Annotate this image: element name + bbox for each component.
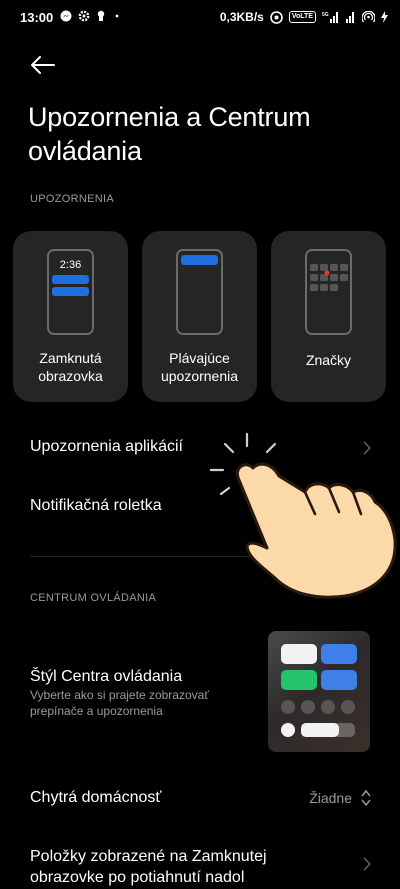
status-left-icons [60, 10, 122, 22]
preview-dot-white [281, 723, 295, 737]
back-arrow-icon[interactable] [28, 52, 58, 78]
row-control-center-style[interactable]: Štýl Centra ovládania [30, 668, 182, 686]
section-label-notifications: UPOZORNENIA [30, 193, 114, 205]
card-label-floating: Plávajúce upozornenia [160, 350, 239, 384]
charging-bolt-icon [381, 11, 388, 23]
network-speed: 0,3KB/s [219, 10, 264, 24]
notification-style-cards: 2:36 Zamknutá obrazovka Plávajúce upozor… [13, 231, 387, 402]
notif-bar-1 [52, 275, 89, 284]
row-app-notifications[interactable]: Upozornenia aplikácií [30, 438, 183, 456]
chevron-up-down-icon[interactable] [360, 788, 372, 808]
status-time: 13:00 [20, 10, 54, 25]
floating-bar [181, 255, 218, 265]
floating-notification-preview-icon [176, 249, 223, 335]
preview-tile-blue [321, 644, 357, 664]
preview-slider-track [301, 723, 355, 737]
preview-tile-green [281, 670, 317, 690]
control-center-style-preview[interactable] [268, 631, 370, 752]
row-notification-shade[interactable]: Notifikačná roletka [30, 497, 162, 515]
signal-bars-icon [346, 12, 354, 23]
preview-dot-3 [321, 700, 335, 714]
badge-grid-icon [310, 264, 348, 291]
volte-badge: VoLTE [288, 11, 316, 23]
preview-tile-blue-2 [321, 670, 357, 690]
signal-5g-icon: 5G [322, 12, 338, 23]
card-label-lock-screen: Zamknutá obrazovka [38, 350, 103, 384]
card-label-badges: Značky [305, 352, 352, 368]
card-badges[interactable]: Značky [271, 231, 386, 402]
page-title: Upozornenia a Centrum ovládania [28, 102, 311, 166]
lock-screen-clock: 2:36 [59, 259, 82, 271]
card-lock-screen[interactable]: 2:36 Zamknutá obrazovka [13, 231, 128, 402]
row-smart-home[interactable]: Chytrá domácnosť [30, 789, 161, 807]
dot-icon [115, 14, 119, 18]
app-badges-preview-icon [305, 249, 352, 335]
smart-home-value: Žiadne [309, 790, 352, 806]
hotspot-icon [362, 11, 375, 23]
chevron-right-icon-2 [363, 857, 372, 871]
status-right: 0,3KB/s VoLTE 5G [220, 10, 388, 24]
messenger-icon [60, 10, 72, 22]
preview-dot-1 [281, 700, 295, 714]
lock-screen-preview-icon: 2:36 [47, 249, 94, 335]
preview-dot-4 [341, 700, 355, 714]
settings-gear-icon [78, 10, 90, 22]
preview-tile-white [281, 644, 317, 664]
preview-slider-fill [301, 723, 339, 737]
svg-text:5G: 5G [322, 12, 329, 18]
notif-bar-2 [52, 287, 89, 296]
row-control-center-style-subtitle: Vyberte ako si prajete zobrazovať prepín… [30, 688, 209, 718]
data-saver-icon [270, 10, 283, 24]
tap-hand-pointer-icon [209, 432, 397, 599]
card-floating-notifications[interactable]: Plávajúce upozornenia [142, 231, 257, 402]
status-bar: 13:00 0,3KB/s VoLTE 5G [0, 0, 400, 36]
row-lockscreen-items[interactable]: Položky zobrazené na Zamknutej obrazovke… [30, 846, 330, 888]
section-label-control-center: CENTRUM OVLÁDANIA [30, 592, 157, 604]
preview-dot-2 [301, 700, 315, 714]
keyhole-icon [97, 10, 105, 21]
